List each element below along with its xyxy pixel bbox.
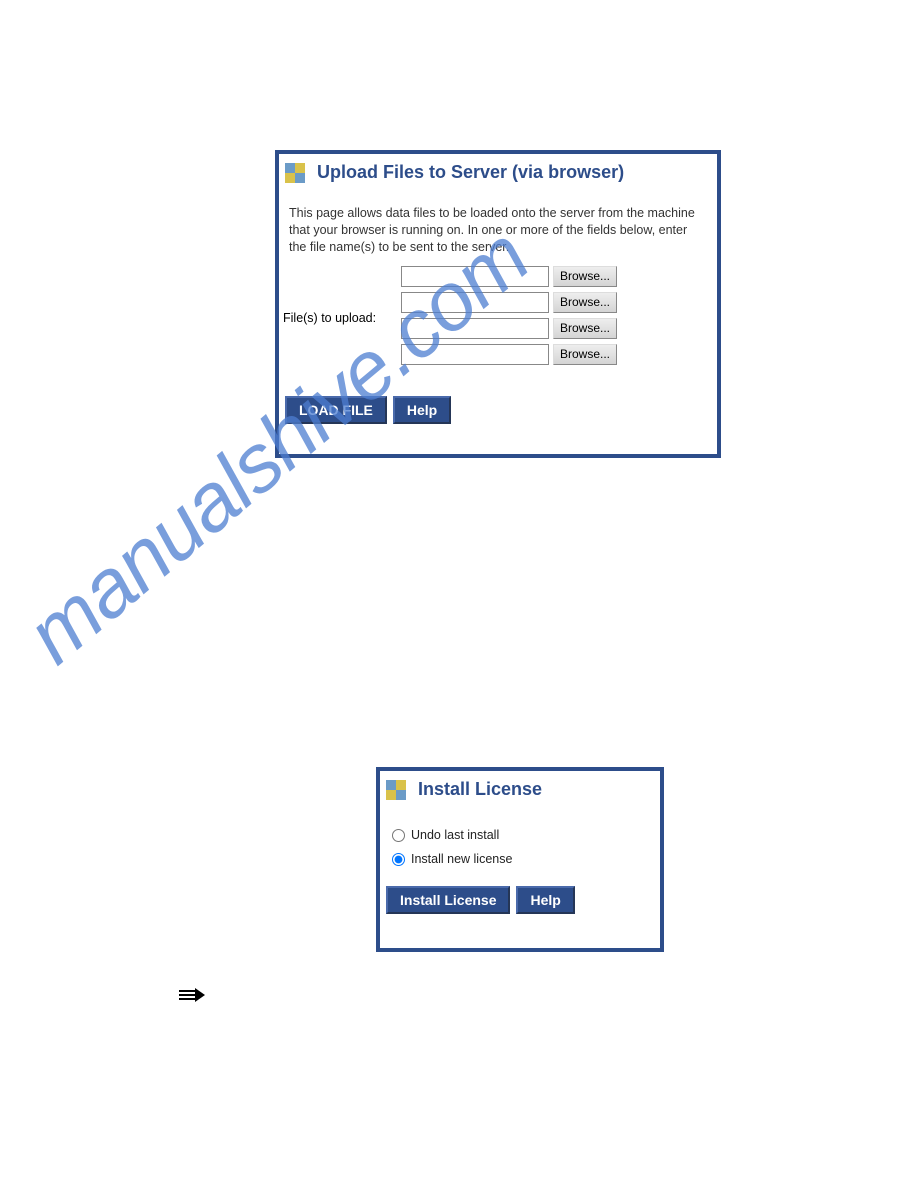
browse-button-2[interactable]: Browse...: [553, 292, 617, 313]
license-panel-header: Install License: [380, 771, 660, 810]
install-radio[interactable]: [392, 853, 405, 866]
logo-icon: [386, 780, 406, 800]
file-input-4[interactable]: [401, 344, 549, 365]
undo-radio[interactable]: [392, 829, 405, 842]
license-options: Undo last install Install new license: [380, 810, 660, 866]
file-input-2[interactable]: [401, 292, 549, 313]
upload-panel-header: Upload Files to Server (via browser): [279, 154, 717, 193]
browse-button-1[interactable]: Browse...: [553, 266, 617, 287]
arrow-bullet-icon: [179, 985, 205, 1008]
license-panel: Install License Undo last install Instal…: [376, 767, 664, 952]
license-panel-footer: Install License Help: [380, 876, 660, 920]
upload-form: File(s) to upload: Browse... Browse... B…: [279, 260, 717, 370]
help-button[interactable]: Help: [393, 396, 451, 424]
file-row: Browse...: [401, 318, 707, 339]
upload-panel-title: Upload Files to Server (via browser): [317, 162, 624, 183]
files-label: File(s) to upload:: [283, 311, 401, 325]
load-file-button[interactable]: LOAD FILE: [285, 396, 387, 424]
file-input-1[interactable]: [401, 266, 549, 287]
upload-panel: Upload Files to Server (via browser) Thi…: [275, 150, 721, 458]
license-panel-title: Install License: [418, 779, 542, 800]
radio-row-undo: Undo last install: [392, 828, 648, 842]
upload-description: This page allows data files to be loaded…: [279, 193, 717, 260]
file-row: Browse...: [401, 292, 707, 313]
logo-icon: [285, 163, 305, 183]
file-input-3[interactable]: [401, 318, 549, 339]
undo-label: Undo last install: [411, 828, 499, 842]
upload-panel-footer: LOAD FILE Help: [279, 386, 717, 430]
browse-button-3[interactable]: Browse...: [553, 318, 617, 339]
file-row: Browse...: [401, 344, 707, 365]
help-button[interactable]: Help: [516, 886, 574, 914]
radio-row-install: Install new license: [392, 852, 648, 866]
install-license-button[interactable]: Install License: [386, 886, 510, 914]
file-row: Browse...: [401, 266, 707, 287]
browse-button-4[interactable]: Browse...: [553, 344, 617, 365]
install-label: Install new license: [411, 852, 512, 866]
